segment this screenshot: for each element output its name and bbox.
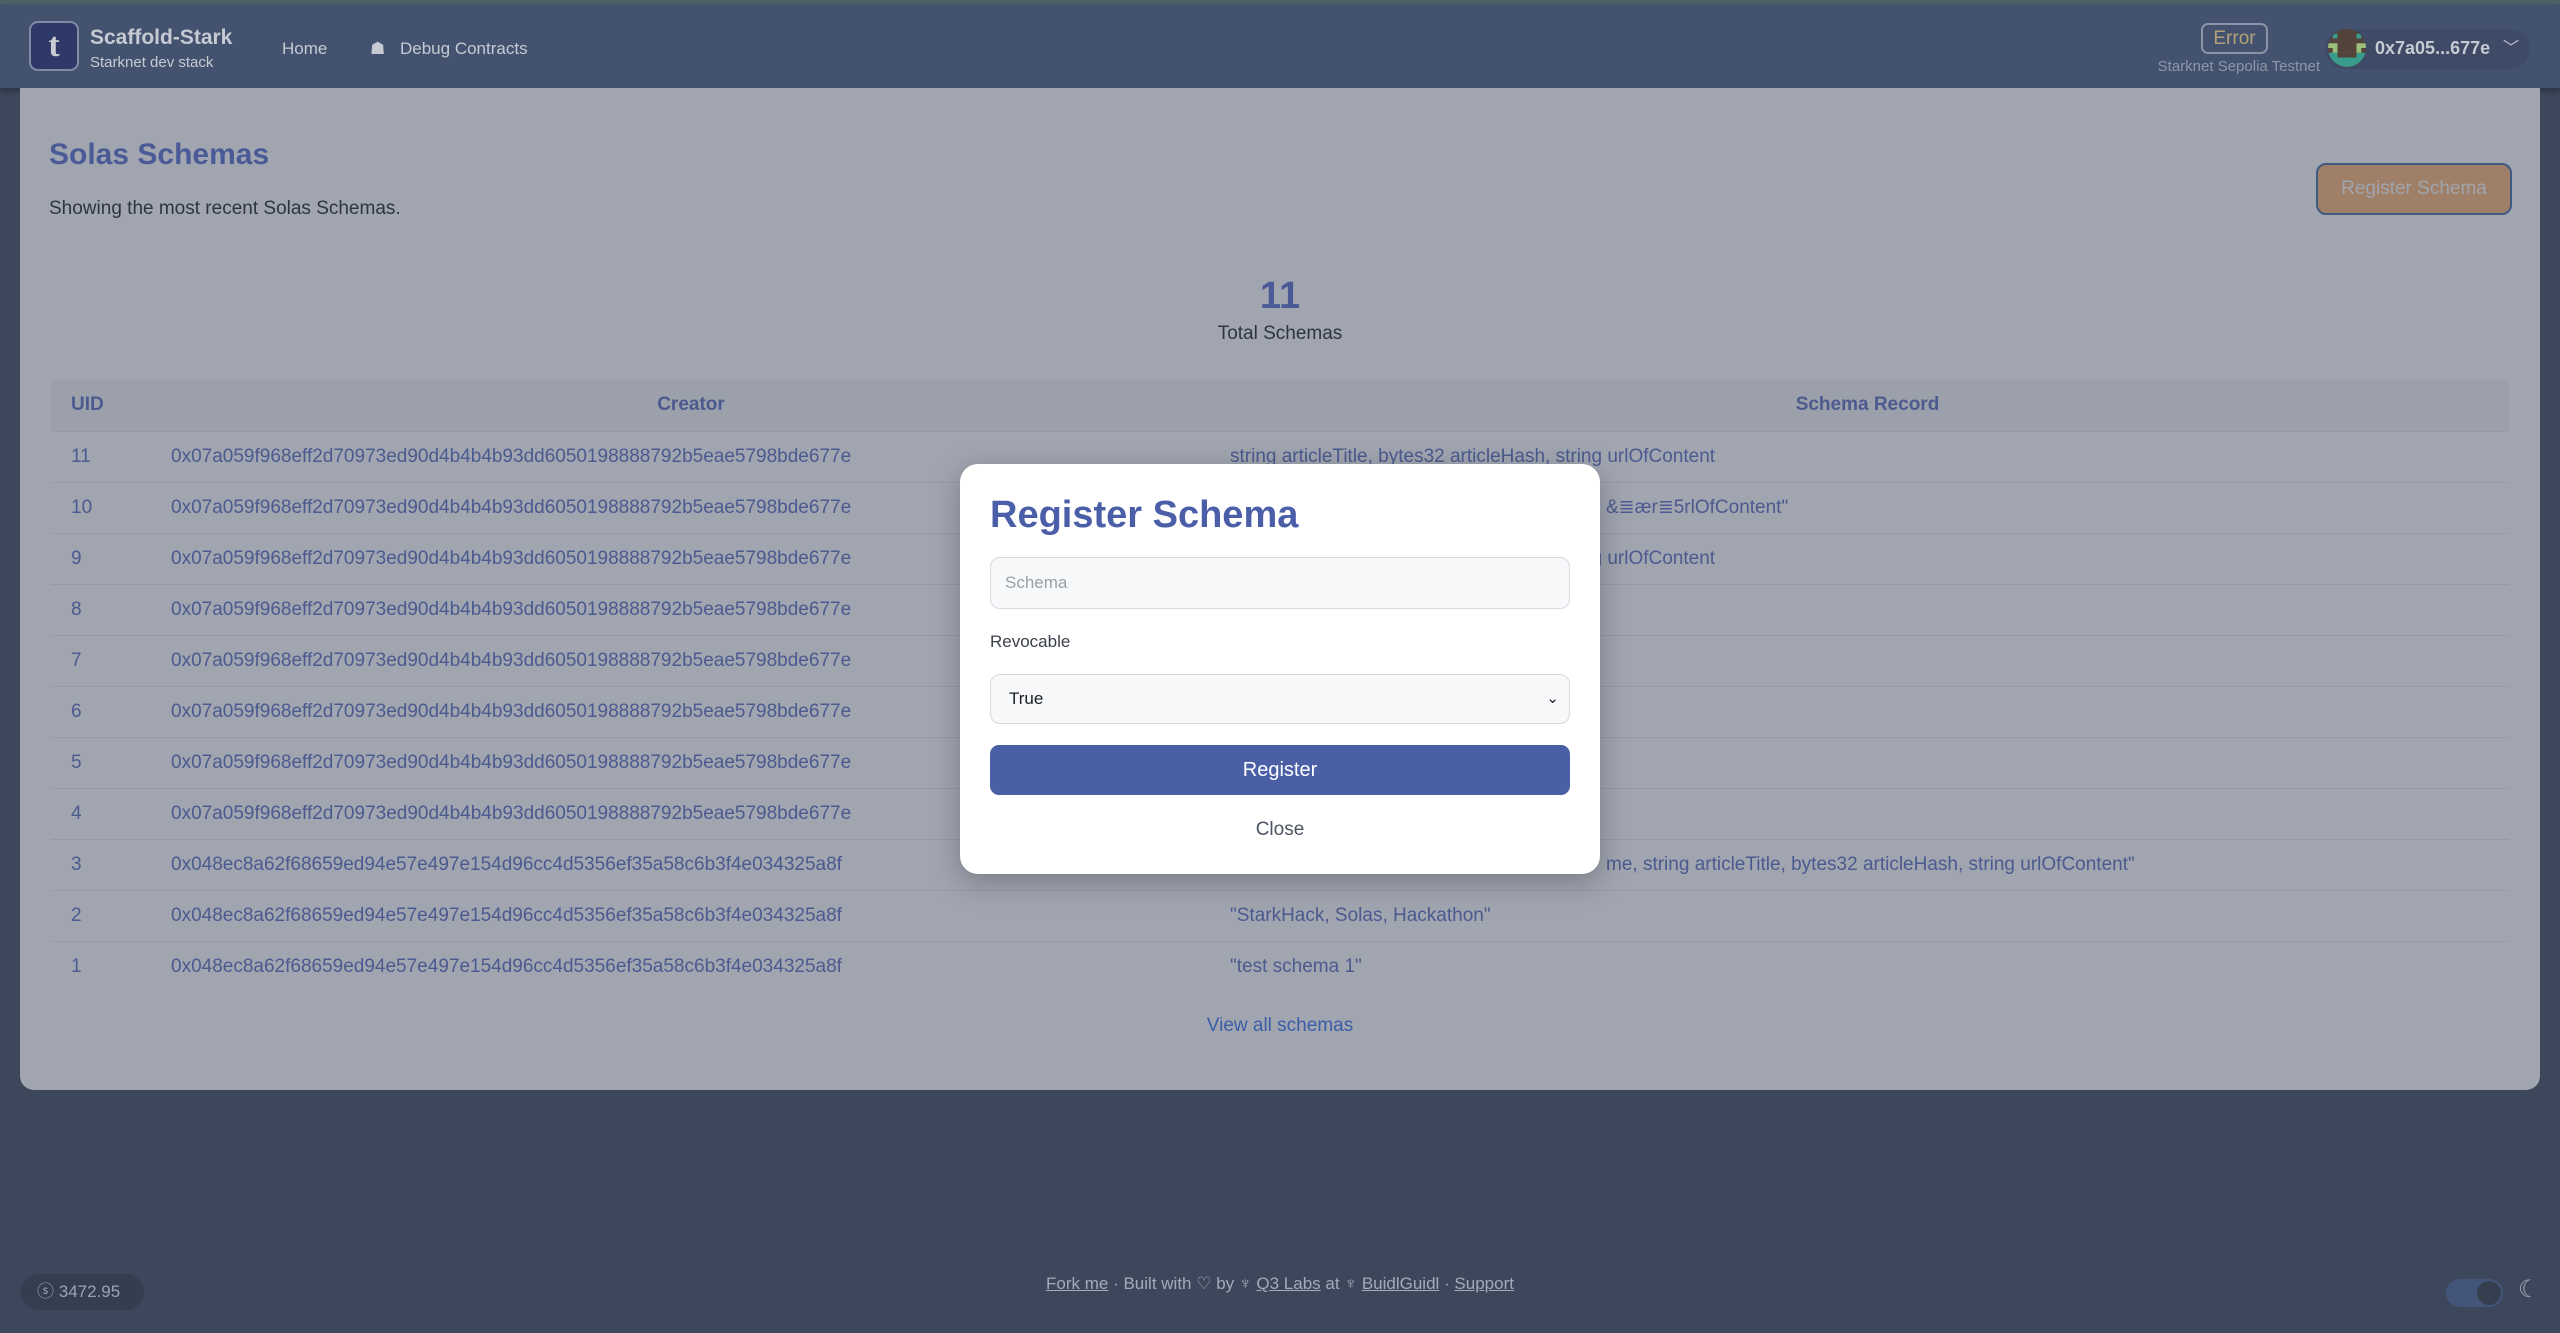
table-row[interactable]: 2 0x048ec8a62f68659ed94e57e497e154d96cc4…: [51, 889, 2509, 941]
row-uid: 3: [51, 838, 156, 890]
network-error-badge[interactable]: Error: [2201, 23, 2268, 54]
bug-icon: ☗: [370, 39, 386, 58]
row-uid: 4: [51, 787, 156, 839]
register-schema-button[interactable]: Register Schema: [2316, 163, 2512, 215]
total-schemas-count: 11: [1259, 275, 1301, 317]
at-text: at: [1325, 1274, 1340, 1293]
by-text: by: [1216, 1274, 1235, 1293]
row-uid: 5: [51, 736, 156, 788]
revocable-select[interactable]: True ⌄: [990, 674, 1570, 724]
scaffold-stark-logo[interactable]: t: [29, 21, 79, 71]
table-header: UID Creator Schema Record: [51, 380, 2509, 431]
row-uid: 8: [51, 583, 156, 635]
row-uid: 7: [51, 634, 156, 686]
modal-title: Register Schema: [990, 494, 1299, 536]
nav-home[interactable]: Home: [282, 39, 327, 59]
register-button[interactable]: Register: [990, 745, 1570, 795]
brand-subtitle: Starknet dev stack: [90, 54, 214, 71]
row-schema-record: "test schema 1": [1226, 940, 2509, 992]
page-title: Solas Schemas: [49, 138, 270, 171]
schema-input[interactable]: [990, 557, 1570, 609]
column-schema-record: Schema Record: [1226, 380, 2509, 431]
footer-links: Fork me · Built with ♡ by ♆ Q3 Labs at ♆…: [1046, 1274, 1514, 1293]
chevron-down-icon[interactable]: ﹀: [2503, 34, 2519, 58]
built-with-text: Built with: [1123, 1274, 1192, 1293]
row-uid: 10: [51, 481, 156, 533]
nav-debug-contracts[interactable]: Debug Contracts: [400, 39, 528, 59]
theme-toggle[interactable]: [2446, 1279, 2503, 1307]
row-uid: 2: [51, 889, 156, 941]
q3labs-link[interactable]: Q3 Labs: [1256, 1274, 1320, 1293]
close-button[interactable]: Close: [960, 819, 1600, 841]
support-link[interactable]: Support: [1454, 1274, 1514, 1293]
navbar: t Scaffold-Stark Starknet dev stack Home…: [0, 4, 2560, 88]
row-creator: 0x048ec8a62f68659ed94e57e497e154d96cc4d5…: [156, 889, 1226, 941]
total-schemas-label: Total Schemas: [1217, 323, 1343, 344]
register-schema-modal: Register Schema Revocable True ⌄ Registe…: [960, 464, 1600, 874]
fork-me-link[interactable]: Fork me: [1046, 1274, 1108, 1293]
row-creator: 0x048ec8a62f68659ed94e57e497e154d96cc4d5…: [156, 940, 1226, 992]
row-uid: 1: [51, 940, 156, 992]
row-uid: 6: [51, 685, 156, 737]
heart-icon: ♡: [1196, 1274, 1212, 1293]
row-uid: 11: [51, 430, 156, 482]
revocable-selected-value: True: [1009, 689, 1044, 708]
view-all-schemas-link[interactable]: View all schemas: [0, 1015, 2560, 1037]
network-name: Starknet Sepolia Testnet: [2157, 58, 2320, 75]
buidl-icon: ♆: [1344, 1274, 1358, 1293]
account-avatar: [2328, 29, 2366, 67]
account-address[interactable]: 0x7a05...677e: [2375, 38, 2490, 59]
chevron-down-icon: ⌄: [1546, 690, 1559, 707]
buidlguidl-link[interactable]: BuidlGuidl: [1362, 1274, 1440, 1293]
revocable-label: Revocable: [990, 632, 1071, 651]
table-row[interactable]: 1 0x048ec8a62f68659ed94e57e497e154d96cc4…: [51, 940, 2509, 992]
moon-icon: ☾: [2518, 1276, 2540, 1303]
page-subtitle: Showing the most recent Solas Schemas.: [49, 198, 401, 219]
column-uid: UID: [51, 380, 156, 431]
row-schema-record: "StarkHack, Solas, Hackathon": [1226, 889, 2509, 941]
brand-title[interactable]: Scaffold-Stark: [90, 26, 232, 50]
column-creator: Creator: [156, 380, 1226, 431]
buidl-icon: ♆: [1238, 1274, 1252, 1293]
row-uid: 9: [51, 532, 156, 584]
